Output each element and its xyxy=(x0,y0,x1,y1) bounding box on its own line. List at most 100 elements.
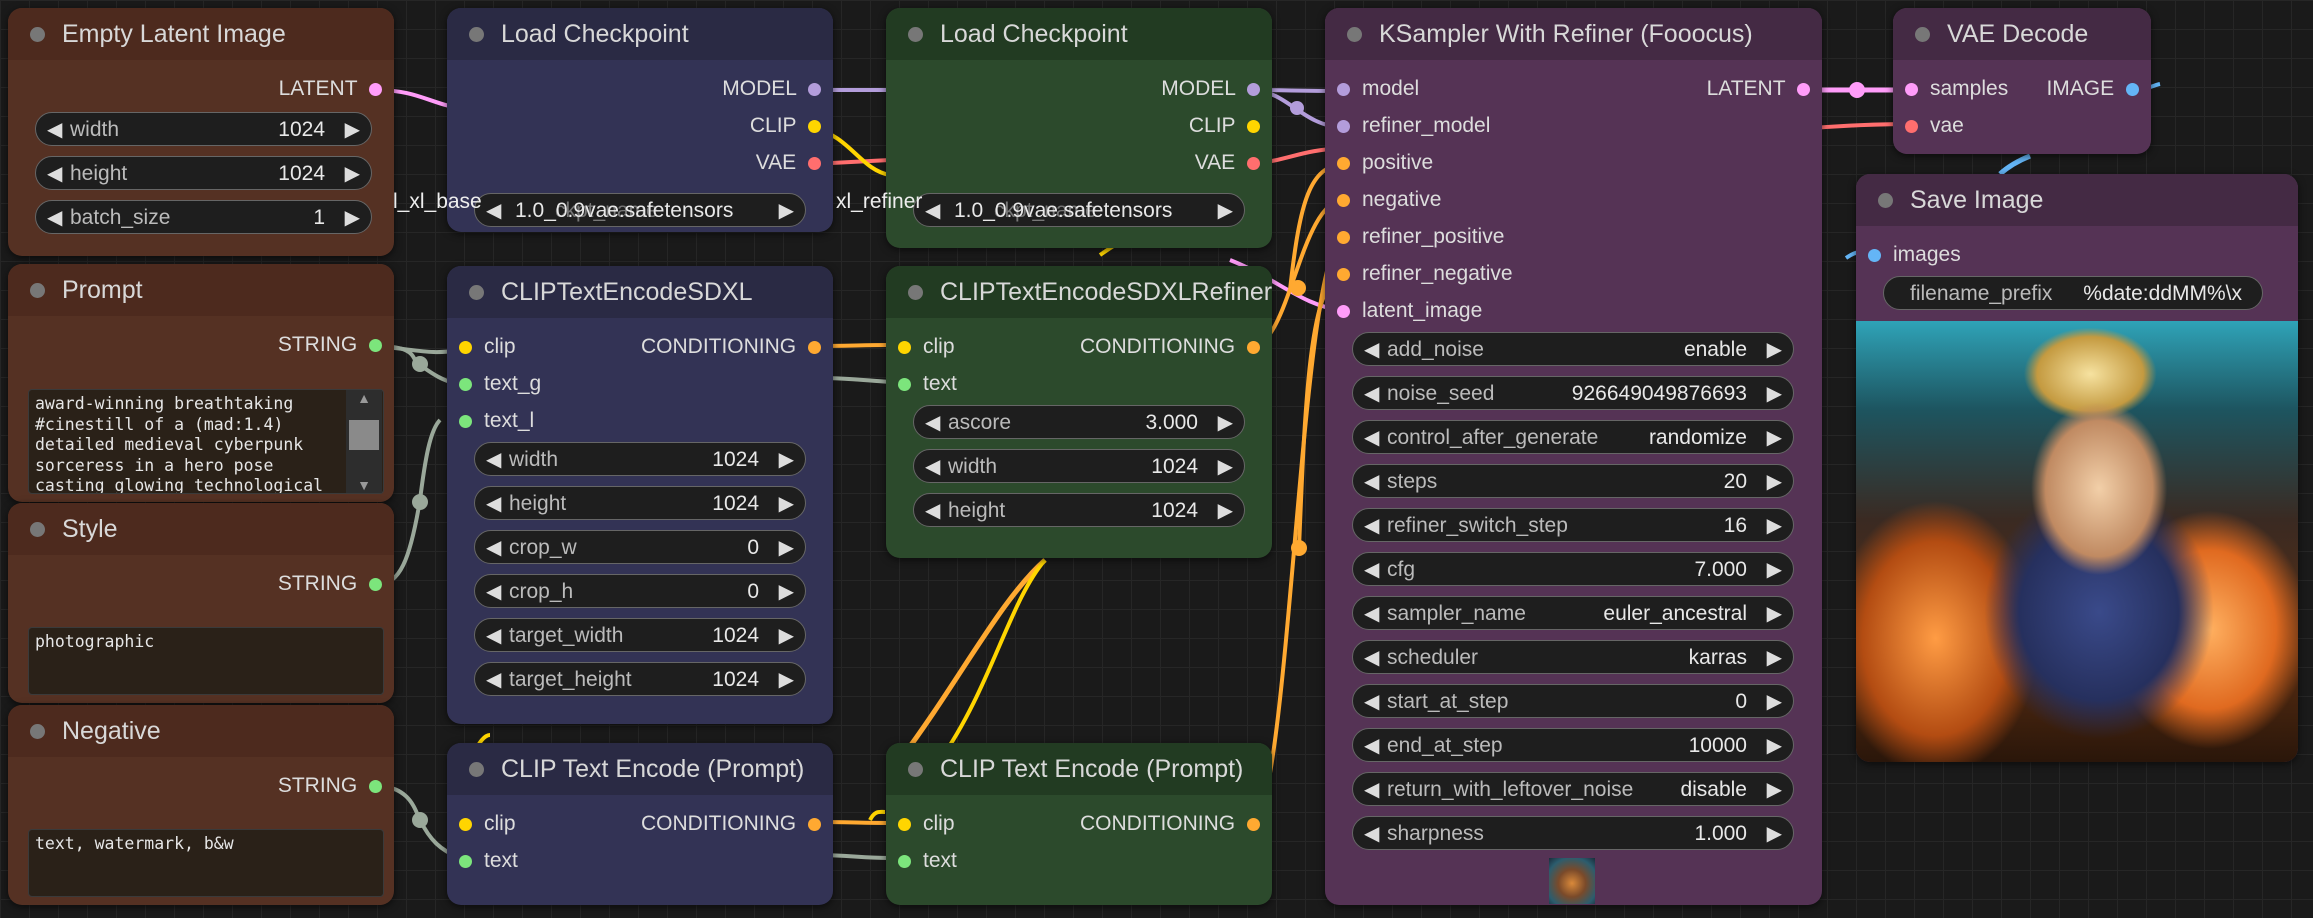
output-string[interactable]: STRING xyxy=(278,572,382,596)
node-title[interactable]: VAE Decode xyxy=(1893,8,2151,60)
clip-slot-icon[interactable] xyxy=(459,340,472,354)
decrement-arrow-icon[interactable]: ◀ xyxy=(486,443,501,477)
sdxl-target-height-widget[interactable]: ◀ target_height 1024 ▶ xyxy=(474,662,806,696)
model-slot-icon[interactable] xyxy=(1247,82,1260,96)
input-clip[interactable]: clip xyxy=(898,335,955,359)
increment-arrow-icon[interactable]: ▶ xyxy=(1767,641,1782,675)
image-slot-icon[interactable] xyxy=(2126,82,2139,96)
refiner-ascore-widget[interactable]: ◀ ascore 3.000 ▶ xyxy=(913,405,1245,439)
output-conditioning[interactable]: CONDITIONING xyxy=(641,812,821,836)
latent-slot-icon[interactable] xyxy=(1797,82,1810,96)
sdxl-height-widget[interactable]: ◀ height 1024 ▶ xyxy=(474,486,806,520)
input-clip[interactable]: clip xyxy=(898,812,955,836)
refiner-height-widget[interactable]: ◀ height 1024 ▶ xyxy=(913,493,1245,527)
decrement-arrow-icon[interactable]: ◀ xyxy=(925,194,940,228)
conditioning-slot-icon[interactable] xyxy=(1247,817,1260,831)
filename-prefix-widget[interactable]: filename_prefix %date:ddMM%\x xyxy=(1883,276,2263,310)
width-widget[interactable]: ◀ width 1024 ▶ xyxy=(35,112,372,146)
increment-arrow-icon[interactable]: ▶ xyxy=(1767,377,1782,411)
input-text[interactable]: text xyxy=(898,372,957,396)
collapse-dot-icon[interactable] xyxy=(1347,27,1362,42)
sdxl-width-widget[interactable]: ◀ width 1024 ▶ xyxy=(474,442,806,476)
input-latent-image[interactable]: latent_image xyxy=(1337,299,1482,323)
node-clip-text-encode-sdxl[interactable]: CLIPTextEncodeSDXL clip text_g text_l CO… xyxy=(447,266,833,724)
increment-arrow-icon[interactable]: ▶ xyxy=(1218,450,1233,484)
output-conditioning[interactable]: CONDITIONING xyxy=(641,335,821,359)
increment-arrow-icon[interactable]: ▶ xyxy=(1767,421,1782,455)
prompt-scrollbar[interactable]: ▲ ▼ xyxy=(346,390,382,493)
node-title[interactable]: CLIPTextEncodeSDXLRefiner xyxy=(886,266,1272,318)
output-vae[interactable]: VAE xyxy=(1195,151,1260,175)
collapse-dot-icon[interactable] xyxy=(908,285,923,300)
conditioning-slot-icon[interactable] xyxy=(1337,156,1350,170)
cfg-widget[interactable]: ◀ cfg 7.000 ▶ xyxy=(1352,552,1794,586)
style-textarea[interactable]: photographic xyxy=(28,627,384,695)
node-title[interactable]: Save Image xyxy=(1856,174,2298,226)
decrement-arrow-icon[interactable]: ◀ xyxy=(486,194,501,228)
end-at-step-widget[interactable]: ◀ end_at_step 10000 ▶ xyxy=(1352,728,1794,762)
increment-arrow-icon[interactable]: ▶ xyxy=(779,194,794,228)
increment-arrow-icon[interactable]: ▶ xyxy=(1218,406,1233,440)
increment-arrow-icon[interactable]: ▶ xyxy=(1767,729,1782,763)
model-slot-icon[interactable] xyxy=(808,82,821,96)
increment-arrow-icon[interactable]: ▶ xyxy=(1767,773,1782,807)
decrement-arrow-icon[interactable]: ◀ xyxy=(1364,773,1379,807)
ckpt-name-widget[interactable]: ◀ ckpt_name 1.0_0.9vae.safetensors ▶ xyxy=(913,193,1245,227)
sdxl-crop-w-widget[interactable]: ◀ crop_w 0 ▶ xyxy=(474,530,806,564)
scheduler-widget[interactable]: ◀ scheduler karras ▶ xyxy=(1352,640,1794,674)
node-title[interactable]: CLIP Text Encode (Prompt) xyxy=(886,743,1272,795)
clip-slot-icon[interactable] xyxy=(898,340,911,354)
decrement-arrow-icon[interactable]: ◀ xyxy=(486,663,501,697)
output-conditioning[interactable]: CONDITIONING xyxy=(1080,335,1260,359)
refiner-width-widget[interactable]: ◀ width 1024 ▶ xyxy=(913,449,1245,483)
scroll-thumb[interactable] xyxy=(349,420,379,450)
string-slot-icon[interactable] xyxy=(898,854,911,868)
conditioning-slot-icon[interactable] xyxy=(808,340,821,354)
output-latent[interactable]: LATENT xyxy=(1707,77,1810,101)
input-negative[interactable]: negative xyxy=(1337,188,1441,212)
node-ksampler-with-refiner[interactable]: KSampler With Refiner (Fooocus) model re… xyxy=(1325,8,1822,905)
output-conditioning[interactable]: CONDITIONING xyxy=(1080,812,1260,836)
output-string[interactable]: STRING xyxy=(278,333,382,357)
add-noise-widget[interactable]: ◀ add_noise enable ▶ xyxy=(1352,332,1794,366)
sharpness-widget[interactable]: ◀ sharpness 1.000 ▶ xyxy=(1352,816,1794,850)
string-slot-icon[interactable] xyxy=(369,779,382,793)
decrement-arrow-icon[interactable]: ◀ xyxy=(1364,597,1379,631)
input-refiner-model[interactable]: refiner_model xyxy=(1337,114,1490,138)
increment-arrow-icon[interactable]: ▶ xyxy=(779,443,794,477)
decrement-arrow-icon[interactable]: ◀ xyxy=(925,406,940,440)
output-clip[interactable]: CLIP xyxy=(750,114,821,138)
return-with-leftover-noise-widget[interactable]: ◀ return_with_leftover_noise disable ▶ xyxy=(1352,772,1794,806)
noise-seed-widget[interactable]: ◀ noise_seed 926649049876693 ▶ xyxy=(1352,376,1794,410)
string-slot-icon[interactable] xyxy=(459,377,472,391)
latent-slot-icon[interactable] xyxy=(1905,82,1918,96)
output-model[interactable]: MODEL xyxy=(722,77,821,101)
input-clip[interactable]: clip xyxy=(459,335,516,359)
increment-arrow-icon[interactable]: ▶ xyxy=(1767,597,1782,631)
decrement-arrow-icon[interactable]: ◀ xyxy=(486,619,501,653)
node-negative[interactable]: Negative STRING text, watermark, b&w xyxy=(8,705,394,905)
clip-slot-icon[interactable] xyxy=(898,817,911,831)
output-clip[interactable]: CLIP xyxy=(1189,114,1260,138)
input-refiner-negative[interactable]: refiner_negative xyxy=(1337,262,1513,286)
node-clip-text-encode-sdxl-refiner[interactable]: CLIPTextEncodeSDXLRefiner clip text COND… xyxy=(886,266,1272,558)
output-latent[interactable]: LATENT xyxy=(279,77,382,101)
increment-arrow-icon[interactable]: ▶ xyxy=(1767,509,1782,543)
collapse-dot-icon[interactable] xyxy=(469,762,484,777)
node-title[interactable]: Load Checkpoint xyxy=(447,8,833,60)
collapse-dot-icon[interactable] xyxy=(469,285,484,300)
collapse-dot-icon[interactable] xyxy=(1878,193,1893,208)
decrement-arrow-icon[interactable]: ◀ xyxy=(1364,421,1379,455)
node-title[interactable]: CLIPTextEncodeSDXL xyxy=(447,266,833,318)
string-slot-icon[interactable] xyxy=(459,854,472,868)
prompt-textarea[interactable]: award-winning breathtaking #cinestill of… xyxy=(28,389,384,494)
batch-size-widget[interactable]: ◀ batch_size 1 ▶ xyxy=(35,200,372,234)
decrement-arrow-icon[interactable]: ◀ xyxy=(47,113,62,147)
steps-widget[interactable]: ◀ steps 20 ▶ xyxy=(1352,464,1794,498)
decrement-arrow-icon[interactable]: ◀ xyxy=(1364,465,1379,499)
node-title[interactable]: Load Checkpoint xyxy=(886,8,1272,60)
latent-slot-icon[interactable] xyxy=(369,82,382,96)
decrement-arrow-icon[interactable]: ◀ xyxy=(486,531,501,565)
increment-arrow-icon[interactable]: ▶ xyxy=(1218,494,1233,528)
clip-slot-icon[interactable] xyxy=(459,817,472,831)
